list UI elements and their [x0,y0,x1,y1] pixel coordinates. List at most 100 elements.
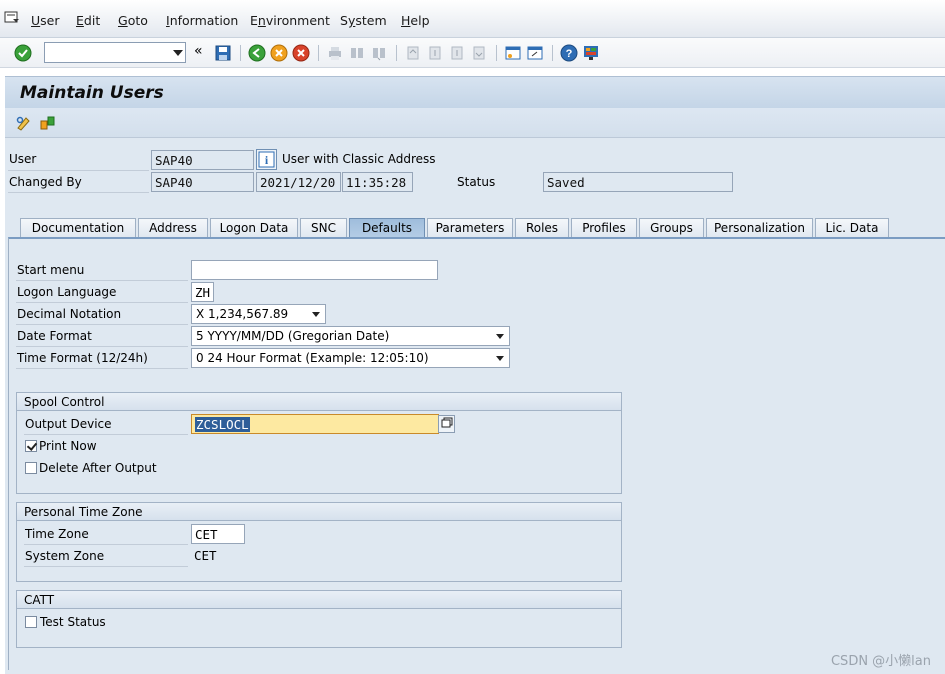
find-icon[interactable] [348,44,366,62]
time-format-label: Time Format (12/24h) [17,351,148,365]
menu-goto[interactable]: Goto [118,13,148,28]
enter-check-icon[interactable] [14,44,32,62]
group-title: Spool Control [17,393,621,411]
label-underline [24,434,188,435]
help-icon[interactable]: ? [560,44,578,62]
menu-information[interactable]: Information [166,13,238,28]
tab-logon-data[interactable]: Logon Data [210,218,298,238]
label-underline [24,566,188,567]
last-page-icon[interactable] [470,44,488,62]
tab-groups[interactable]: Groups [639,218,704,238]
changed-date-field: 2021/12/20 [256,172,341,192]
menu-environment[interactable]: Environment [250,13,330,28]
other-user-icon[interactable] [38,114,56,132]
decimal-notation-select[interactable]: X 1,234,567.89 [191,304,326,324]
label-underline [16,368,188,369]
menu-help[interactable]: Help [401,13,430,28]
create-session-icon[interactable] [504,44,522,62]
menu-user[interactable]: User [31,13,60,28]
date-format-select[interactable]: 5 YYYY/MM/DD (Gregorian Date) [191,326,510,346]
watermark: CSDN @小懒lan [830,654,931,669]
tab-documentation[interactable]: Documentation [20,218,136,238]
output-device-input[interactable]: ZCSLOCL [191,414,439,434]
application-toolbar [5,108,945,138]
time-format-select[interactable]: 0 24 Hour Format (Example: 12:05:10) [191,348,510,368]
delete-after-output-label: Delete After Output [39,461,157,475]
chevron-down-icon[interactable] [496,334,504,339]
label-underline [16,324,188,325]
standard-toolbar: « ? [0,38,945,68]
decimal-notation-value: X 1,234,567.89 [196,307,289,321]
changed-by-field: SAP40 [151,172,254,192]
print-icon[interactable] [326,44,344,62]
output-device-label: Output Device [25,417,112,431]
tab-parameters[interactable]: Parameters [427,218,513,238]
test-status-checkbox[interactable] [25,616,37,628]
toolbar-separator [240,45,241,61]
changed-time-field: 11:35:28 [342,172,413,192]
delete-after-output-checkbox[interactable] [25,462,37,474]
shortcut-icon[interactable] [526,44,544,62]
system-zone-label: System Zone [25,549,105,563]
label-underline [16,302,188,303]
logon-language-label: Logon Language [17,285,117,299]
print-now-label: Print Now [39,439,97,453]
status-field: Saved [543,172,733,192]
label-underline [24,544,188,545]
group-title: Personal Time Zone [17,503,621,521]
tab-defaults[interactable]: Defaults [349,218,425,238]
previous-page-icon[interactable] [426,44,444,62]
find-next-icon[interactable] [370,44,388,62]
save-icon[interactable] [214,44,232,62]
tab-address[interactable]: Address [138,218,208,238]
toolbar-separator [396,45,397,61]
value-help-icon[interactable] [438,415,455,433]
status-label: Status [457,175,496,189]
time-format-value: 0 24 Hour Format (Example: 12:05:10) [196,351,429,365]
tab-profiles[interactable]: Profiles [571,218,637,238]
svg-text:?: ? [566,48,573,60]
system-zone-value: CET [194,548,217,563]
changed-by-label: Changed By [9,175,82,189]
date-format-label: Date Format [17,329,92,343]
output-device-value: ZCSLOCL [195,417,250,432]
session-menu-icon[interactable] [4,11,20,25]
logon-language-input[interactable]: ZH [191,282,214,302]
chevron-down-icon[interactable] [312,312,320,317]
exit-icon[interactable] [270,44,288,62]
command-input[interactable] [45,43,165,62]
back-icon[interactable] [248,44,266,62]
start-menu-input[interactable] [191,260,438,280]
print-now-checkbox[interactable] [25,440,37,452]
user-field: SAP40 [151,150,254,170]
menu-edit[interactable]: Edit [76,13,100,28]
customize-layout-icon[interactable] [582,44,600,62]
command-field[interactable] [44,42,186,63]
next-page-icon[interactable] [448,44,466,62]
display-change-icon[interactable] [15,114,33,132]
toolbar-separator [496,45,497,61]
group-title: CATT [17,591,621,609]
cancel-icon[interactable] [292,44,310,62]
time-zone-input[interactable]: CET [191,524,245,544]
tab-lic-data[interactable]: Lic. Data [815,218,889,238]
date-format-value: 5 YYYY/MM/DD (Gregorian Date) [196,329,390,343]
info-icon[interactable]: i [256,149,277,170]
label-underline [16,346,188,347]
label-underline [8,170,149,171]
menu-system[interactable]: System [340,13,387,28]
double-chevron-left-icon[interactable]: « [194,43,212,61]
spool-control-group: Spool Control [16,392,622,494]
first-page-icon[interactable] [404,44,422,62]
test-status-label: Test Status [40,615,106,629]
chevron-down-icon[interactable] [173,50,183,56]
screen-title-bar: Maintain Users [5,76,945,108]
tab-personalization[interactable]: Personalization [706,218,813,238]
catt-group: CATT [16,590,622,648]
user-label: User [9,152,37,166]
tab-roles[interactable]: Roles [515,218,569,238]
chevron-down-icon[interactable] [496,356,504,361]
personal-time-zone-group: Personal Time Zone [16,502,622,582]
tab-snc[interactable]: SNC [300,218,347,238]
time-zone-label: Time Zone [25,527,89,541]
